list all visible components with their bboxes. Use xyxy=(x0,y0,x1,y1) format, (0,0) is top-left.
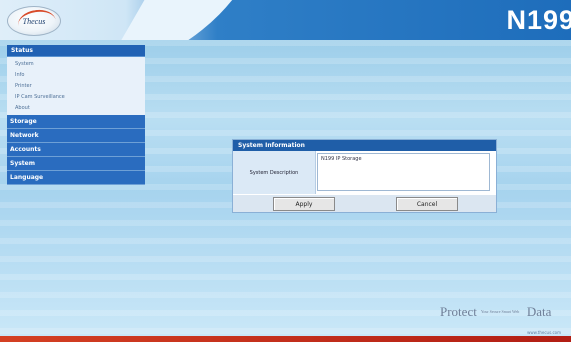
menu-storage[interactable]: Storage xyxy=(7,115,145,129)
model-name: N199 xyxy=(506,5,571,35)
sidebar: Status System Info Printer IP Cam Survei… xyxy=(7,45,145,185)
system-description-field[interactable]: N199 IP Storage xyxy=(317,153,490,191)
tagline-data: Data xyxy=(526,304,552,319)
thecus-logo[interactable]: Thecus xyxy=(7,6,61,39)
bottom-bar xyxy=(0,336,571,342)
submenu-item-about[interactable]: About xyxy=(7,103,145,114)
submenu-item-system[interactable]: System xyxy=(7,59,145,70)
panel-footer: Apply Cancel xyxy=(233,195,496,212)
menu-system[interactable]: System xyxy=(7,157,145,171)
submenu-item-info[interactable]: Info xyxy=(7,70,145,81)
description-row: System Description N199 IP Storage xyxy=(233,151,496,194)
tagline-protect: Protect xyxy=(440,304,477,319)
system-description-label: System Description xyxy=(233,151,316,194)
panel-title: System Information xyxy=(233,140,496,151)
tagline-small: Your Secure Smart Web xyxy=(480,309,520,315)
header-swoosh xyxy=(104,0,246,40)
footer-url[interactable]: www.thecus.com xyxy=(527,330,561,335)
menu-network[interactable]: Network xyxy=(7,129,145,143)
menu-accounts[interactable]: Accounts xyxy=(7,143,145,157)
status-submenu: System Info Printer IP Cam Surveillance … xyxy=(7,57,145,115)
menu-language[interactable]: Language xyxy=(7,171,145,185)
apply-button[interactable]: Apply xyxy=(273,197,335,211)
submenu-item-ip-cam[interactable]: IP Cam Surveillance xyxy=(7,92,145,103)
logo-swirl-icon xyxy=(16,7,58,39)
cancel-button[interactable]: Cancel xyxy=(396,197,458,211)
header-bar: Thecus N199 xyxy=(0,0,571,40)
system-information-panel: System Information System Description N1… xyxy=(232,139,497,213)
submenu-item-printer[interactable]: Printer xyxy=(7,81,145,92)
tagline-logo: Protect Your Secure Smart Web Data xyxy=(440,303,551,321)
menu-status[interactable]: Status xyxy=(7,45,145,57)
